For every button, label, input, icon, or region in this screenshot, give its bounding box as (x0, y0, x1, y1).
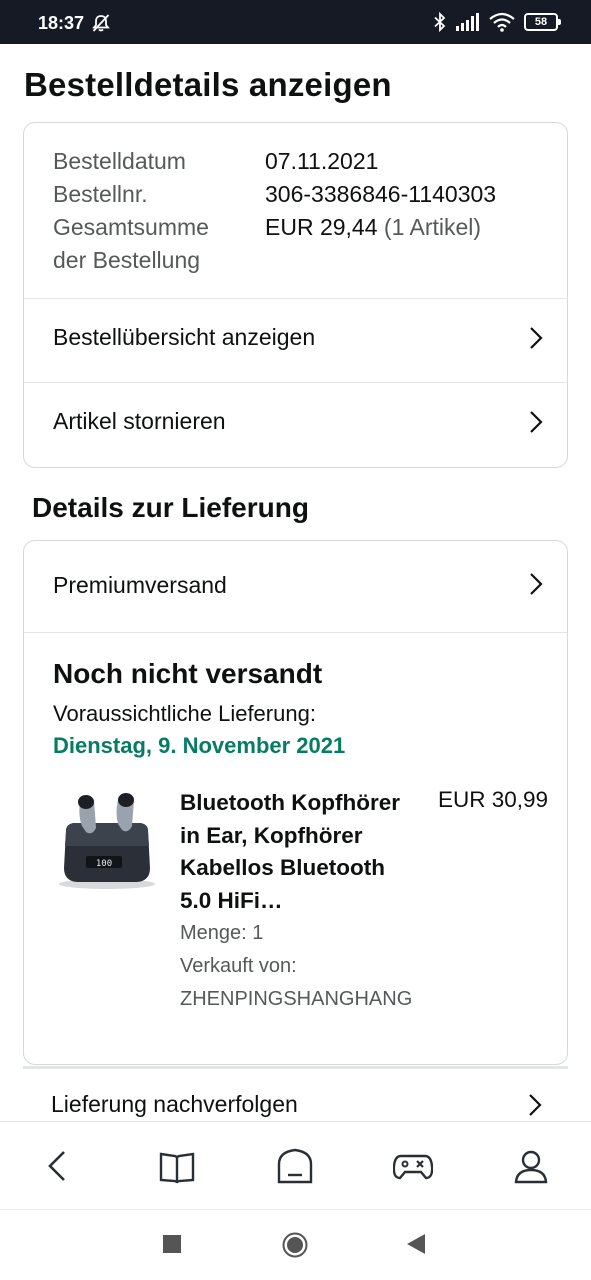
system-navigation (0, 1209, 591, 1280)
seller-name[interactable]: ZHENPINGSHANGHANG (180, 988, 412, 1011)
battery-icon: 58 (524, 13, 561, 31)
order-total-value: EUR 29,44 (1 Artikel) (265, 211, 481, 244)
eta-label: Voraussichtliche Lieferung: (53, 701, 316, 726)
order-overview-label: Bestellübersicht anzeigen (53, 324, 316, 350)
product-title[interactable]: Bluetooth Kopfhörer in Ear, Kopfhörer Ka… (180, 787, 420, 917)
signal-icon (456, 13, 479, 31)
divider (24, 632, 567, 633)
order-summary-card: Bestelldatum 07.11.2021 Bestellnr. 306-3… (23, 122, 568, 468)
bottom-navigation (0, 1121, 591, 1209)
svg-text:100: 100 (96, 859, 112, 869)
order-total-label: Gesamtsumme der Bestellung (53, 214, 209, 273)
chevron-right-icon (529, 1094, 542, 1116)
home-circle-icon[interactable] (282, 1232, 308, 1258)
chevron-right-icon (530, 411, 543, 433)
eta-date: Dienstag, 9. November 2021 (53, 733, 346, 758)
cancel-items-row[interactable]: Artikel stornieren (24, 382, 567, 467)
shipment-status: Noch nicht versandt (53, 658, 323, 689)
status-bar: 18:37 58 (0, 0, 591, 44)
chevron-right-icon (530, 327, 543, 349)
recent-apps-icon[interactable] (163, 1235, 181, 1253)
order-number-label: Bestellnr. (53, 181, 148, 207)
shipping-method-row[interactable]: Premiumversand (24, 541, 567, 632)
back-icon[interactable] (38, 1146, 78, 1186)
shipping-method-label: Premiumversand (53, 572, 227, 598)
status-icons: 58 (433, 12, 561, 32)
book-icon[interactable] (157, 1146, 197, 1186)
bluetooth-icon (434, 12, 446, 32)
delivery-card: Premiumversand Noch nicht versandt Vorau… (23, 540, 568, 1065)
product-quantity: Menge: 1 (180, 922, 264, 944)
bell-muted-icon (92, 14, 110, 32)
order-date-label: Bestelldatum (53, 148, 186, 174)
delivery-section-title: Details zur Lieferung (32, 492, 309, 523)
order-overview-row[interactable]: Bestellübersicht anzeigen (24, 298, 567, 382)
cancel-items-label: Artikel stornieren (53, 408, 226, 434)
order-total-items: (1 Artikel) (383, 214, 482, 240)
order-date-value: 07.11.2021 (265, 148, 379, 174)
order-total-amount: EUR 29,44 (265, 214, 378, 240)
chevron-right-icon (530, 573, 543, 595)
back-triangle-icon[interactable] (407, 1234, 425, 1254)
profile-icon[interactable] (511, 1146, 551, 1186)
divider (23, 1066, 568, 1069)
product-price: EUR 30,99 (437, 787, 548, 812)
track-delivery-link[interactable]: Lieferung nachverfolgen (51, 1091, 298, 1118)
sold-by-label: Verkauft von: (180, 955, 297, 977)
status-time: 18:37 (38, 13, 85, 33)
wifi-icon (489, 12, 515, 32)
page-title: Bestelldetails anzeigen (24, 66, 392, 103)
home-icon[interactable] (275, 1146, 315, 1186)
earbuds-product-image[interactable]: 100 (52, 786, 162, 891)
gamepad-icon[interactable] (393, 1146, 433, 1186)
order-number-value: 306-3386846-1140303 (265, 181, 497, 207)
